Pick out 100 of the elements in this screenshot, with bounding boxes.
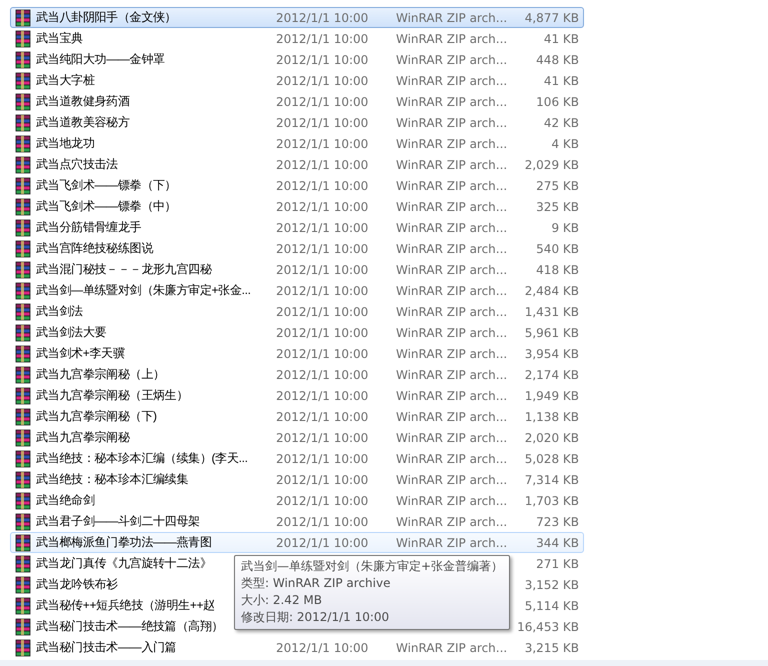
file-name[interactable]: 武当九宫拳宗阐秘（王炳生） xyxy=(36,387,276,404)
file-type: WinRAR ZIP arch... xyxy=(396,410,508,424)
archive-icon xyxy=(14,534,32,552)
archive-icon xyxy=(14,260,32,278)
file-size: 41 KB xyxy=(542,74,580,88)
file-name[interactable]: 武当道教美容秘方 xyxy=(36,114,276,131)
archive-icon xyxy=(14,386,32,404)
file-date: 2012/1/1 10:00 xyxy=(276,94,370,108)
file-name[interactable]: 武当大字桩 xyxy=(36,72,276,89)
file-size: 106 KB xyxy=(535,94,580,108)
file-row[interactable]: 武当榔梅派鱼门拳功法——燕青图 2012/1/1 10:00 WinRAR ZIP arch... 344 KB xyxy=(10,532,584,553)
file-date: 2012/1/1 10:00 xyxy=(276,472,370,486)
file-type: WinRAR ZIP arch... xyxy=(396,200,508,214)
archive-icon xyxy=(14,156,32,174)
file-name[interactable]: 武当剑—单练暨对剑（朱廉方审定+张金... xyxy=(36,282,276,299)
file-type: WinRAR ZIP arch... xyxy=(396,178,508,192)
file-name: 武当八卦阴阳手（金文侠） xyxy=(36,9,178,26)
tooltip-line: 大小: 2.42 MB xyxy=(241,592,323,609)
archive-icon xyxy=(14,218,32,236)
file-name[interactable]: 武当绝命剑 xyxy=(36,492,276,509)
file-date: 2012/1/1 10:00 xyxy=(276,242,370,256)
file-type: WinRAR ZIP arch... xyxy=(396,242,508,256)
file-name[interactable]: 武当分筋错骨缠龙手 xyxy=(36,219,276,236)
file-date: 2012/1/1 10:00 xyxy=(276,368,370,382)
file-name: 武当榔梅派鱼门拳功法——燕青图 xyxy=(36,534,213,551)
file-date: 2012/1/1 10:00 xyxy=(276,136,370,150)
file-size: 2,484 KB xyxy=(524,284,580,298)
archive-icon xyxy=(14,596,32,614)
file-date: 2012/1/1 10:00 xyxy=(276,52,370,66)
file-size: 3,954 KB xyxy=(524,346,580,360)
file-size: 5,961 KB xyxy=(524,326,580,340)
file-name[interactable]: 武当九宫拳宗阐秘（上） xyxy=(36,366,276,383)
file-date: 2012/1/1 10:00 xyxy=(276,178,370,192)
file-name[interactable]: 武当宝典 xyxy=(36,30,276,47)
archive-icon xyxy=(14,30,32,48)
file-size: 418 KB xyxy=(535,262,580,276)
file-name[interactable]: 武当纯阳大功——金钟罩 xyxy=(36,51,276,68)
file-name[interactable]: 武当飞剑术——镖拳（中） xyxy=(36,198,276,215)
file-name[interactable]: 武当剑术+李天骥 xyxy=(36,345,276,362)
file-name[interactable]: 武当绝技：秘本珍本汇编续集 xyxy=(36,471,276,488)
archive-icon xyxy=(14,324,32,342)
file-date: 2012/1/1 10:00 xyxy=(276,494,370,508)
file-date: 2012/1/1 10:00 xyxy=(276,10,370,24)
file-date: 2012/1/1 10:00 xyxy=(276,158,370,172)
file-row[interactable]: 武当八卦阴阳手（金文侠） 2012/1/1 10:00 WinRAR ZIP arch... 4,877 KB xyxy=(10,7,584,28)
file-type: WinRAR ZIP arch... xyxy=(396,10,508,24)
file-name[interactable]: 武当地龙功 xyxy=(36,135,276,152)
archive-icon xyxy=(14,492,32,510)
file-type: WinRAR ZIP arch... xyxy=(396,368,508,382)
file-name[interactable]: 武当点穴技击法 xyxy=(36,156,276,173)
tooltip-line: 类型: WinRAR ZIP archive xyxy=(241,575,392,592)
file-date: 2012/1/1 10:00 xyxy=(276,388,370,402)
file-size: 2,020 KB xyxy=(524,430,580,444)
file-date: 2012/1/1 10:00 xyxy=(276,640,370,654)
file-type: WinRAR ZIP arch... xyxy=(396,136,508,150)
file-date: 2012/1/1 10:00 xyxy=(276,410,370,424)
file-type: WinRAR ZIP arch... xyxy=(396,346,508,360)
file-size: 344 KB xyxy=(535,536,580,550)
file-name[interactable]: 武当九宫拳宗阐秘 xyxy=(36,429,276,446)
file-name[interactable]: 武当君子剑——斗剑二十四母架 xyxy=(36,513,276,530)
file-date: 2012/1/1 10:00 xyxy=(276,220,370,234)
file-size: 5,028 KB xyxy=(524,452,580,466)
archive-icon xyxy=(14,8,32,26)
file-type: WinRAR ZIP arch... xyxy=(396,640,508,654)
archive-icon xyxy=(14,512,32,530)
file-size: 9 KB xyxy=(550,220,580,234)
archive-icon xyxy=(14,470,32,488)
file-date: 2012/1/1 10:00 xyxy=(276,452,370,466)
file-date: 2012/1/1 10:00 xyxy=(276,536,370,550)
tooltip-line: 修改日期: 2012/1/1 10:00 xyxy=(241,609,390,626)
file-name[interactable]: 武当混门秘技－－－龙形九宫四秘 xyxy=(36,261,276,278)
file-name[interactable]: 武当剑法大要 xyxy=(36,324,276,341)
file-name[interactable]: 武当宫阵绝技秘练图说 xyxy=(36,240,276,257)
file-size: 7,314 KB xyxy=(524,472,580,486)
file-type: WinRAR ZIP arch... xyxy=(396,52,508,66)
tooltip-title: 武当剑—单练暨对剑（朱廉方审定+张金普编著） xyxy=(241,558,504,575)
archive-icon xyxy=(14,554,32,572)
file-size: 325 KB xyxy=(535,200,580,214)
file-name[interactable]: 武当道教健身药酒 xyxy=(36,93,276,110)
file-size: 41 KB xyxy=(542,32,580,46)
file-size: 448 KB xyxy=(535,52,580,66)
file-size: 275 KB xyxy=(535,178,580,192)
file-date: 2012/1/1 10:00 xyxy=(276,284,370,298)
file-type: WinRAR ZIP arch... xyxy=(396,304,508,318)
archive-icon xyxy=(14,50,32,68)
file-date: 2012/1/1 10:00 xyxy=(276,116,370,130)
file-type: WinRAR ZIP arch... xyxy=(396,262,508,276)
file-name[interactable]: 武当飞剑术——镖拳（下） xyxy=(36,177,276,194)
file-size: 3,215 KB xyxy=(524,640,580,654)
archive-icon xyxy=(14,618,32,636)
file-date: 2012/1/1 10:00 xyxy=(276,200,370,214)
file-size: 1,949 KB xyxy=(524,388,580,402)
archive-icon xyxy=(14,344,32,362)
file-size: 5,114 KB xyxy=(524,598,580,612)
file-name[interactable]: 武当九宫拳宗阐秘（下) xyxy=(36,408,276,425)
file-size: 1,431 KB xyxy=(524,304,580,318)
file-name[interactable]: 武当秘门技击术——入门篇 xyxy=(36,639,276,656)
file-name[interactable]: 武当绝技：秘本珍本汇编（续集）(李天... xyxy=(36,450,276,467)
file-name[interactable]: 武当剑法 xyxy=(36,303,276,320)
archive-icon xyxy=(14,114,32,132)
